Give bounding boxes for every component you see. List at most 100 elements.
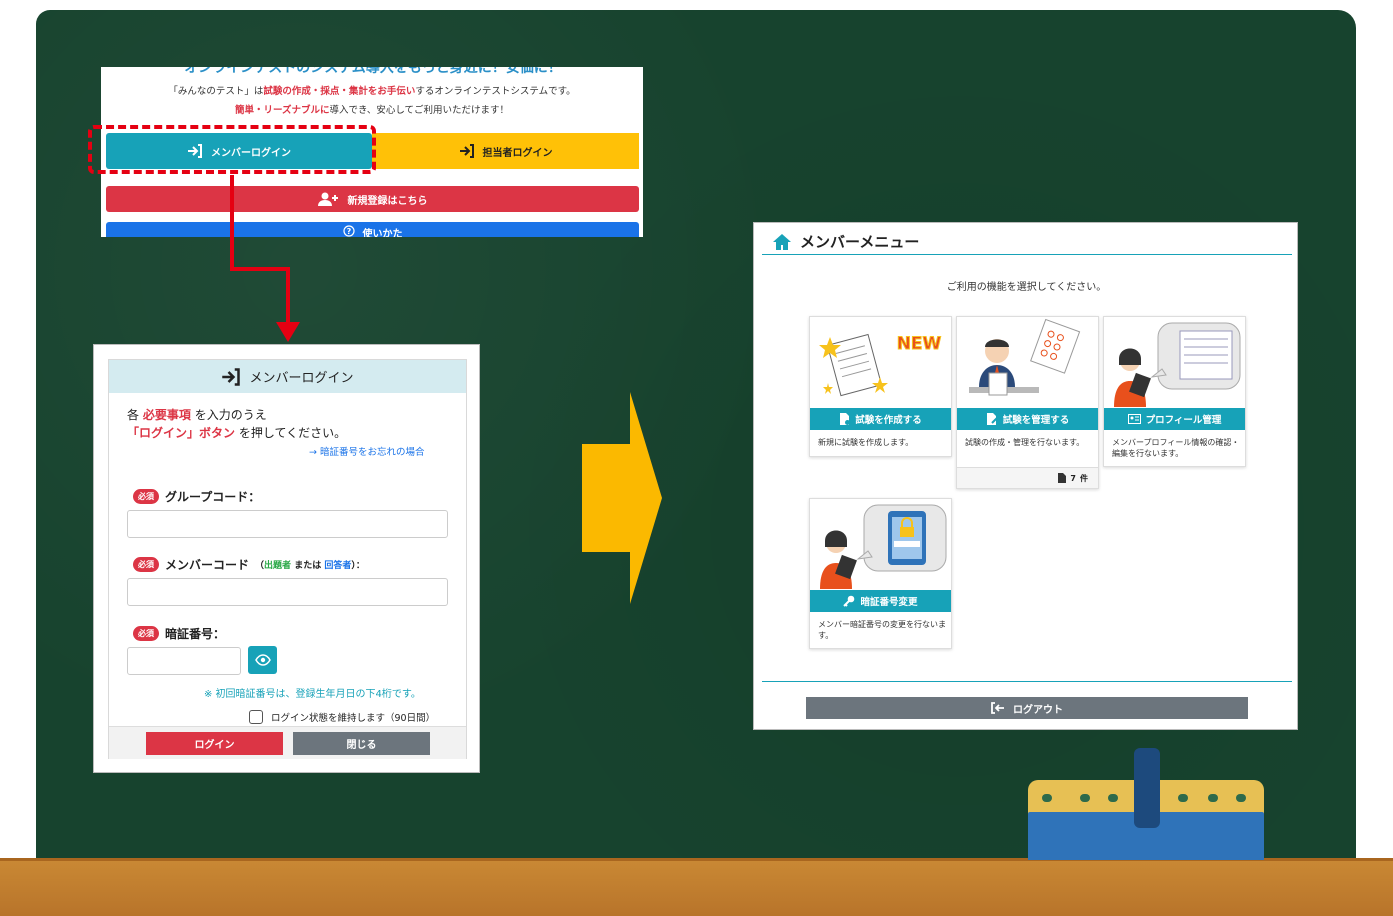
new-badge-text: NEW: [897, 334, 942, 354]
intro-text: を押してください。: [238, 426, 347, 440]
password-input[interactable]: [127, 647, 241, 675]
group-code-label: 必須 グループコード：: [133, 488, 260, 505]
arrow-right-icon: [582, 392, 662, 604]
paren: （: [255, 561, 265, 571]
key-icon: [843, 595, 855, 607]
exam-count: 7 件: [957, 467, 1098, 488]
logout-label: ログアウト: [1013, 704, 1063, 716]
new-badge: NEW: [896, 334, 942, 355]
desc-text-end: するオンラインテストシステムです。: [415, 86, 576, 97]
connector-line: [286, 267, 290, 329]
intro-required-highlight: 必要事項: [142, 408, 191, 422]
or-label: または: [294, 561, 322, 571]
group-code-input[interactable]: [127, 510, 448, 538]
change-password-illustration: [810, 499, 951, 590]
member-menu-panel: メンバーメニュー ご利用の機能を選択してください。 NEW 試験を作成する 新規…: [753, 222, 1298, 730]
login-instructions: 各 必要事項 を入力のうえ 「ログイン」ボタン を押してください。: [127, 406, 346, 442]
create-exam-title: 試験を作成する: [810, 408, 951, 430]
close-button[interactable]: 閉じる: [293, 732, 430, 755]
eye-icon: [254, 654, 271, 666]
profile-title: プロフィール管理: [1104, 408, 1245, 430]
manage-exam-title: 試験を管理する: [957, 408, 1098, 430]
member-code-label-text: メンバーコード: [165, 558, 250, 572]
connector-line: [230, 267, 290, 271]
desc-highlight: 試験の作成・採点・集計をお手伝い: [263, 86, 416, 97]
forgot-password-link[interactable]: → 暗証番号をお忘れの場合: [309, 444, 424, 458]
login-modal-header: メンバーログイン: [109, 360, 466, 393]
login-icon: [222, 367, 241, 386]
password-label: 必須 暗証番号：: [133, 625, 225, 642]
show-password-button[interactable]: [248, 646, 277, 674]
menu-divider: [762, 681, 1292, 682]
keep-login-option[interactable]: ログイン状態を維持します（90日間）: [249, 710, 435, 724]
help-icon: ?: [342, 225, 355, 237]
member-menu-title: メンバーメニュー: [772, 231, 919, 252]
register-button[interactable]: 新規登録はこちら: [106, 186, 639, 212]
intro-text: を入力のうえ: [194, 408, 267, 422]
id-card-icon: [1127, 414, 1141, 424]
profile-desc: メンバープロフィール情報の確認・編集を行ないます。: [1112, 438, 1240, 458]
home-icon: [773, 233, 791, 250]
title-divider: [762, 254, 1292, 255]
landing-description: 「みんなのテスト」は試験の作成・採点・集計をお手伝いするオンラインテストシステム…: [101, 83, 643, 97]
staff-login-button[interactable]: 担当者ログイン: [372, 133, 639, 169]
register-label: 新規登録はこちら: [347, 195, 428, 207]
eraser-handle: [1134, 748, 1160, 828]
change-password-card[interactable]: 暗証番号変更 メンバー暗証番号の変更を行ないます。: [809, 498, 952, 649]
logout-icon: [991, 702, 1004, 714]
profile-illustration: [1104, 317, 1245, 408]
manage-exam-desc: 試験の作成・管理を行ないます。: [965, 438, 1085, 447]
file-icon: [1058, 473, 1067, 483]
password-label-text: 暗証番号：: [165, 627, 226, 641]
login-modal-footer: ログイン 閉じる: [109, 726, 466, 759]
landing-description-2: 簡単・リーズナブルに導入でき、安心してご利用いただけます！: [101, 102, 643, 116]
arrow-down-icon: [276, 322, 300, 342]
keep-login-label: ログイン状態を維持します（90日間）: [271, 713, 436, 724]
group-code-label-text: グループコード：: [165, 490, 261, 504]
manage-exam-card[interactable]: 試験を管理する 試験の作成・管理を行ないます。 7 件: [956, 316, 1099, 489]
exam-count-value: 7: [1070, 473, 1076, 483]
desc-text: 「みんなのテスト」は: [168, 86, 264, 97]
chalk-ledge: [0, 858, 1393, 916]
file-plus-icon: [840, 413, 851, 425]
add-user-icon: [317, 192, 338, 206]
login-modal-title: メンバーログイン: [249, 371, 354, 386]
profile-card[interactable]: プロフィール管理 メンバープロフィール情報の確認・編集を行ないます。: [1103, 316, 1246, 467]
answerer-label: 回答者: [324, 561, 352, 571]
highlight-box: [88, 125, 376, 174]
keep-login-checkbox[interactable]: [249, 710, 263, 724]
connector-line: [230, 175, 234, 271]
member-login-modal: メンバーログイン 各 必要事項 を入力のうえ 「ログイン」ボタン を押してくださ…: [93, 344, 480, 773]
file-edit-icon: [986, 413, 998, 425]
manage-exam-illustration: [957, 317, 1098, 408]
login-icon: [459, 144, 474, 158]
change-password-desc: メンバー暗証番号の変更を行ないます。: [818, 620, 946, 640]
member-code-label: 必須 メンバーコード （出題者 または 回答者）：: [133, 556, 365, 573]
create-exam-card[interactable]: NEW 試験を作成する 新規に試験を作成します。: [809, 316, 952, 457]
member-code-input[interactable]: [127, 578, 448, 606]
required-badge: 必須: [133, 626, 159, 641]
desc2-text: 導入でき、安心してご利用いただけます！: [329, 105, 510, 116]
change-password-label: 暗証番号変更: [860, 597, 918, 608]
landing-headline: オンラインテストのシステム導入をもっと身近に！安価に！: [184, 67, 562, 76]
required-badge: 必須: [133, 557, 159, 572]
change-password-title: 暗証番号変更: [810, 590, 951, 612]
password-note: ※ 初回暗証番号は、登録生年月日の下4桁です。: [204, 689, 421, 700]
svg-text:?: ?: [346, 227, 351, 236]
howto-button[interactable]: ? 使いかた: [106, 222, 639, 237]
logout-button[interactable]: ログアウト: [806, 697, 1248, 719]
profile-label: プロフィール管理: [1145, 415, 1222, 426]
login-button[interactable]: ログイン: [146, 732, 283, 755]
eraser-illustration: [1028, 748, 1264, 860]
howto-label: 使いかた: [362, 229, 403, 237]
intro-button-highlight: 「ログイン」ボタン: [127, 426, 236, 440]
staff-login-label: 担当者ログイン: [482, 147, 553, 159]
member-menu-title-text: メンバーメニュー: [800, 233, 920, 251]
desc2-highlight: 簡単・リーズナブルに: [234, 105, 330, 116]
create-exam-label: 試験を作成する: [855, 415, 922, 426]
manage-exam-label: 試験を管理する: [1002, 415, 1070, 426]
setter-label: 出題者: [264, 561, 292, 571]
exam-count-unit: 件: [1080, 473, 1088, 483]
menu-subtitle: ご利用の機能を選択してください。: [946, 282, 1107, 293]
intro-text: 各: [127, 408, 140, 422]
